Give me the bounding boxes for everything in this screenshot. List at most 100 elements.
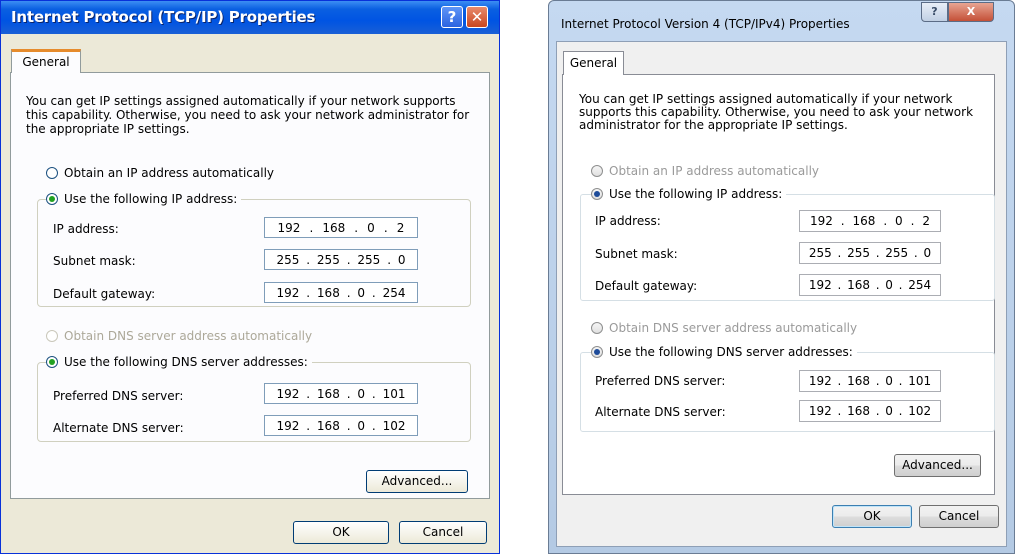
w7-gw-label: Default gateway: [595, 279, 698, 293]
dot: . [875, 278, 880, 292]
w7-pdns-label: Preferred DNS server: [595, 374, 726, 388]
w7-radio-auto-ip[interactable]: Obtain an IP address automatically [591, 164, 819, 178]
octet: 102 [382, 418, 406, 433]
dot: . [383, 220, 388, 235]
w7-advanced-button[interactable]: Advanced... [894, 454, 981, 477]
w7-ip-field[interactable]: 192. 168. 0. 2 [799, 210, 941, 232]
w7-dialog-title: Internet Protocol Version 4 (TCP/IPv4) P… [561, 17, 850, 31]
dot: . [306, 285, 311, 300]
octet: 192 [808, 278, 832, 292]
octet: 168 [847, 374, 870, 388]
w7-tcpipv4-dialog: Internet Protocol Version 4 (TCP/IPv4) P… [548, 0, 1015, 554]
octet: 0 [885, 404, 893, 418]
dot: . [354, 220, 359, 235]
octet: 0 [885, 278, 893, 292]
w7-intro-text: You can get IP settings assigned automat… [579, 92, 974, 132]
w7-radio-auto-dns[interactable]: Obtain DNS server address automatically [591, 321, 857, 335]
dot: . [837, 404, 842, 418]
octet: 192 [277, 220, 301, 235]
octet: 254 [908, 278, 932, 292]
dot: . [346, 418, 351, 433]
octet: 0 [397, 252, 406, 267]
dot: . [875, 246, 880, 260]
xp-radio-static-ip[interactable]: Use the following IP address: [46, 192, 242, 206]
xp-gw-field[interactable]: 192. 168. 0. 254 [264, 282, 418, 303]
w7-radio-static-dns[interactable]: Use the following DNS server addresses: [591, 345, 857, 359]
dot: . [306, 252, 311, 267]
w7-cancel-button[interactable]: Cancel [919, 505, 999, 528]
octet: 168 [316, 285, 340, 300]
xp-pdns-field[interactable]: 192. 168. 0. 101 [264, 383, 418, 404]
xp-mask-label: Subnet mask: [53, 254, 136, 268]
dot: . [309, 220, 314, 235]
xp-radio-auto-dns-label: Obtain DNS server address automatically [64, 329, 313, 343]
octet: 254 [382, 285, 406, 300]
octet: 2 [922, 214, 930, 228]
w7-mask-field[interactable]: 255. 255. 255. 0 [799, 242, 941, 264]
xp-adns-field[interactable]: 192. 168. 0. 102 [264, 415, 418, 436]
w7-radio-static-dns-label: Use the following DNS server addresses: [609, 345, 853, 359]
w7-close-button[interactable]: X [948, 2, 994, 22]
radio-on-icon [591, 346, 603, 358]
dot: . [913, 246, 918, 260]
xp-tab-general[interactable]: General [11, 49, 81, 73]
xp-ip-field[interactable]: 192. 168. 0. 2 [264, 217, 418, 238]
dot: . [837, 374, 842, 388]
dot: . [883, 214, 888, 228]
octet: 192 [808, 404, 832, 418]
w7-adns-field[interactable]: 192. 168. 0. 102 [799, 400, 941, 422]
dot: . [346, 252, 351, 267]
w7-ok-button[interactable]: OK [832, 505, 912, 528]
dot: . [371, 386, 376, 401]
w7-radio-auto-ip-label: Obtain an IP address automatically [609, 164, 820, 178]
octet: 2 [396, 220, 405, 235]
xp-ip-label: IP address: [53, 222, 119, 236]
xp-intro-text: You can get IP settings assigned automat… [26, 94, 470, 136]
xp-advanced-button[interactable]: Advanced... [366, 470, 468, 493]
radio-on-icon [46, 193, 58, 205]
octet: 255 [316, 252, 340, 267]
dot: . [387, 252, 392, 267]
octet: 255 [885, 246, 909, 260]
xp-tcpip-dialog: Internet Protocol (TCP/IP) Properties ? … [0, 0, 500, 554]
octet: 168 [847, 278, 870, 292]
w7-help-button[interactable]: ? [921, 2, 948, 22]
radio-on-icon [591, 188, 603, 200]
w7-gw-field[interactable]: 192. 168. 0. 254 [799, 274, 941, 296]
xp-cancel-button[interactable]: Cancel [399, 521, 487, 544]
xp-radio-static-dns[interactable]: Use the following DNS server addresses: [46, 355, 312, 369]
dot: . [898, 278, 903, 292]
xp-radio-static-ip-label: Use the following IP address: [64, 192, 238, 206]
radio-off-icon [591, 322, 603, 334]
octet: 168 [316, 418, 340, 433]
octet: 101 [382, 386, 406, 401]
xp-ok-button[interactable]: OK [293, 521, 389, 544]
xp-dialog-title: Internet Protocol (TCP/IP) Properties [11, 8, 316, 26]
octet: 0 [895, 214, 903, 228]
octet: 168 [316, 386, 340, 401]
w7-tab-general[interactable]: General [563, 51, 624, 75]
w7-pdns-field[interactable]: 192. 168. 0. 101 [799, 370, 941, 392]
close-icon: ✕ [470, 8, 484, 26]
octet: 255 [357, 252, 381, 267]
octet: 255 [847, 246, 870, 260]
w7-radio-static-ip[interactable]: Use the following IP address: [591, 187, 787, 201]
dot: . [898, 374, 903, 388]
xp-help-button[interactable]: ? [441, 6, 463, 28]
close-icon: X [966, 5, 976, 18]
octet: 192 [808, 374, 832, 388]
xp-radio-auto-ip[interactable]: Obtain an IP address automatically [46, 166, 274, 180]
radio-off-icon [46, 167, 58, 179]
octet: 102 [908, 404, 932, 418]
dot: . [306, 386, 311, 401]
xp-gw-label: Default gateway: [53, 287, 156, 301]
octet: 168 [852, 214, 876, 228]
octet: 192 [276, 285, 300, 300]
dot: . [346, 386, 351, 401]
xp-radio-auto-dns[interactable]: Obtain DNS server address automatically [46, 329, 312, 343]
dot: . [910, 214, 915, 228]
xp-close-button[interactable]: ✕ [466, 6, 488, 28]
octet: 255 [808, 246, 832, 260]
octet: 168 [847, 404, 870, 418]
xp-mask-field[interactable]: 255. 255. 255. 0 [264, 249, 418, 270]
